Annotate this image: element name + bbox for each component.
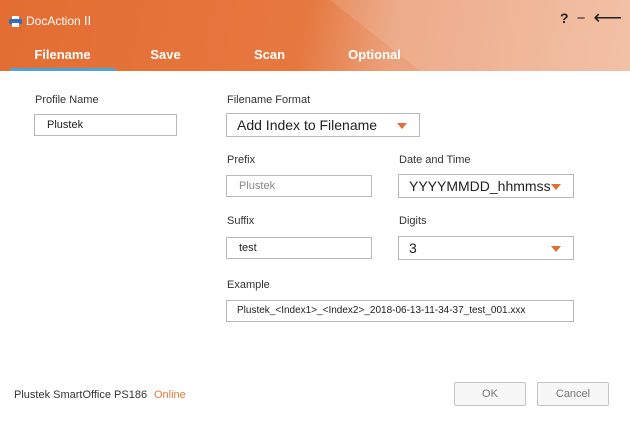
prefix-label: Prefix: [227, 154, 256, 166]
filename-format-dropdown[interactable]: Add Index to Filename: [226, 113, 420, 137]
tab-filename[interactable]: Filename: [10, 47, 115, 71]
tab-optional[interactable]: Optional: [327, 47, 422, 68]
ok-button[interactable]: OK: [454, 382, 526, 406]
title-bar[interactable]: DocAction ⅠⅠ ? − ⟵: [0, 0, 630, 40]
chevron-down-icon: [397, 123, 407, 129]
tab-scan[interactable]: Scan: [222, 47, 317, 68]
example-label: Example: [227, 279, 270, 291]
date-time-value: YYYYMMDD_hhmmss: [409, 178, 551, 194]
digits-dropdown[interactable]: 3: [398, 236, 574, 260]
tab-save[interactable]: Save: [118, 47, 213, 68]
cancel-button[interactable]: Cancel: [537, 382, 609, 406]
window-controls: ? − ⟵: [560, 8, 622, 28]
chevron-down-icon: [551, 246, 561, 252]
profile-name-field[interactable]: Plustek: [34, 114, 177, 136]
help-button[interactable]: ?: [560, 10, 569, 26]
digits-value: 3: [409, 240, 417, 256]
app-title: DocAction ⅠⅠ: [26, 14, 92, 28]
device-status-badge: Online: [154, 389, 186, 401]
profile-name-label: Profile Name: [35, 94, 99, 106]
suffix-label: Suffix: [227, 215, 255, 227]
printer-icon: [9, 16, 22, 27]
suffix-field[interactable]: test: [226, 237, 372, 259]
back-arrow-button[interactable]: ⟵: [593, 8, 622, 28]
date-time-dropdown[interactable]: YYYYMMDD_hhmmss: [398, 174, 574, 198]
digits-label: Digits: [399, 215, 427, 227]
chevron-down-icon: [551, 184, 561, 190]
date-time-label: Date and Time: [399, 154, 471, 166]
filename-format-value: Add Index to Filename: [237, 117, 378, 133]
example-field: Plustek_<Index1>_<Index2>_2018-06-13-11-…: [226, 300, 574, 322]
prefix-field[interactable]: Plustek: [226, 175, 372, 197]
minimize-button[interactable]: −: [577, 10, 586, 27]
device-model-label: Plustek SmartOffice PS186: [14, 389, 148, 401]
filename-format-label: Filename Format: [227, 94, 311, 106]
